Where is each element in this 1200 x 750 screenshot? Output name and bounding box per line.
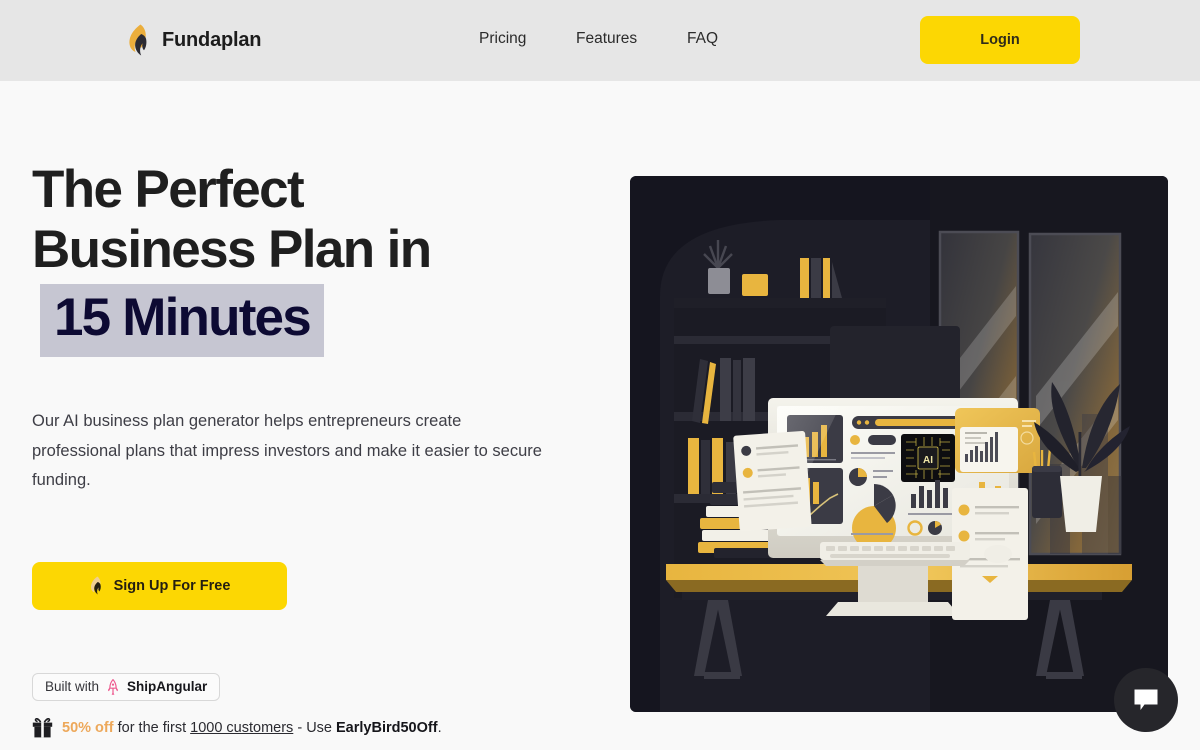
main-nav: Pricing Features FAQ [479, 30, 727, 48]
site-header: Fundaplan Pricing Features FAQ Login [0, 0, 1200, 81]
built-with-brand: ShipAngular [127, 679, 208, 694]
flame-logo-icon [89, 576, 104, 595]
login-button[interactable]: Login [920, 16, 1080, 64]
promo-middle: for the first [113, 719, 191, 736]
chat-bubble-icon [1133, 688, 1159, 712]
nav-item-pricing[interactable]: Pricing [479, 30, 576, 48]
headline-line-2: Business Plan in [32, 220, 432, 279]
built-with-prefix: Built with [45, 679, 100, 694]
nav-item-features[interactable]: Features [576, 30, 687, 48]
hero-subtext: Our AI business plan generator helps ent… [32, 412, 542, 489]
ai-chip-label: AI [923, 455, 933, 466]
hero-content: The Perfect Business Plan in 15 Minutes … [32, 160, 592, 738]
brand-name: Fundaplan [162, 28, 262, 51]
promo-connector: - Use [293, 719, 337, 736]
promo-period: . [437, 719, 442, 736]
built-with-badge[interactable]: Built with ShipAngular [32, 672, 221, 701]
promo-text: 50% off for the first 1000 customers - U… [62, 720, 442, 736]
brand-logo-link[interactable]: Fundaplan [126, 24, 262, 56]
promo-code: EarlyBird50Off [336, 719, 438, 736]
signup-button-label: Sign Up For Free [113, 577, 231, 594]
page-title: The Perfect Business Plan in 15 Minutes [32, 160, 592, 357]
promo-count: 1000 customers [190, 719, 294, 736]
chat-widget-button[interactable] [1114, 668, 1178, 732]
gift-icon [32, 717, 53, 738]
flame-logo-icon [126, 24, 152, 56]
rocket-icon [106, 678, 120, 695]
promo-banner: 50% off for the first 1000 customers - U… [32, 717, 592, 738]
headline-line-1: The Perfect [32, 160, 305, 219]
promo-discount: 50% off [62, 719, 114, 736]
signup-button[interactable]: Sign Up For Free [32, 561, 287, 610]
nav-item-faq[interactable]: FAQ [687, 30, 727, 48]
hero-illustration: AI [630, 176, 1168, 712]
headline-highlight: 15 Minutes [40, 284, 324, 357]
